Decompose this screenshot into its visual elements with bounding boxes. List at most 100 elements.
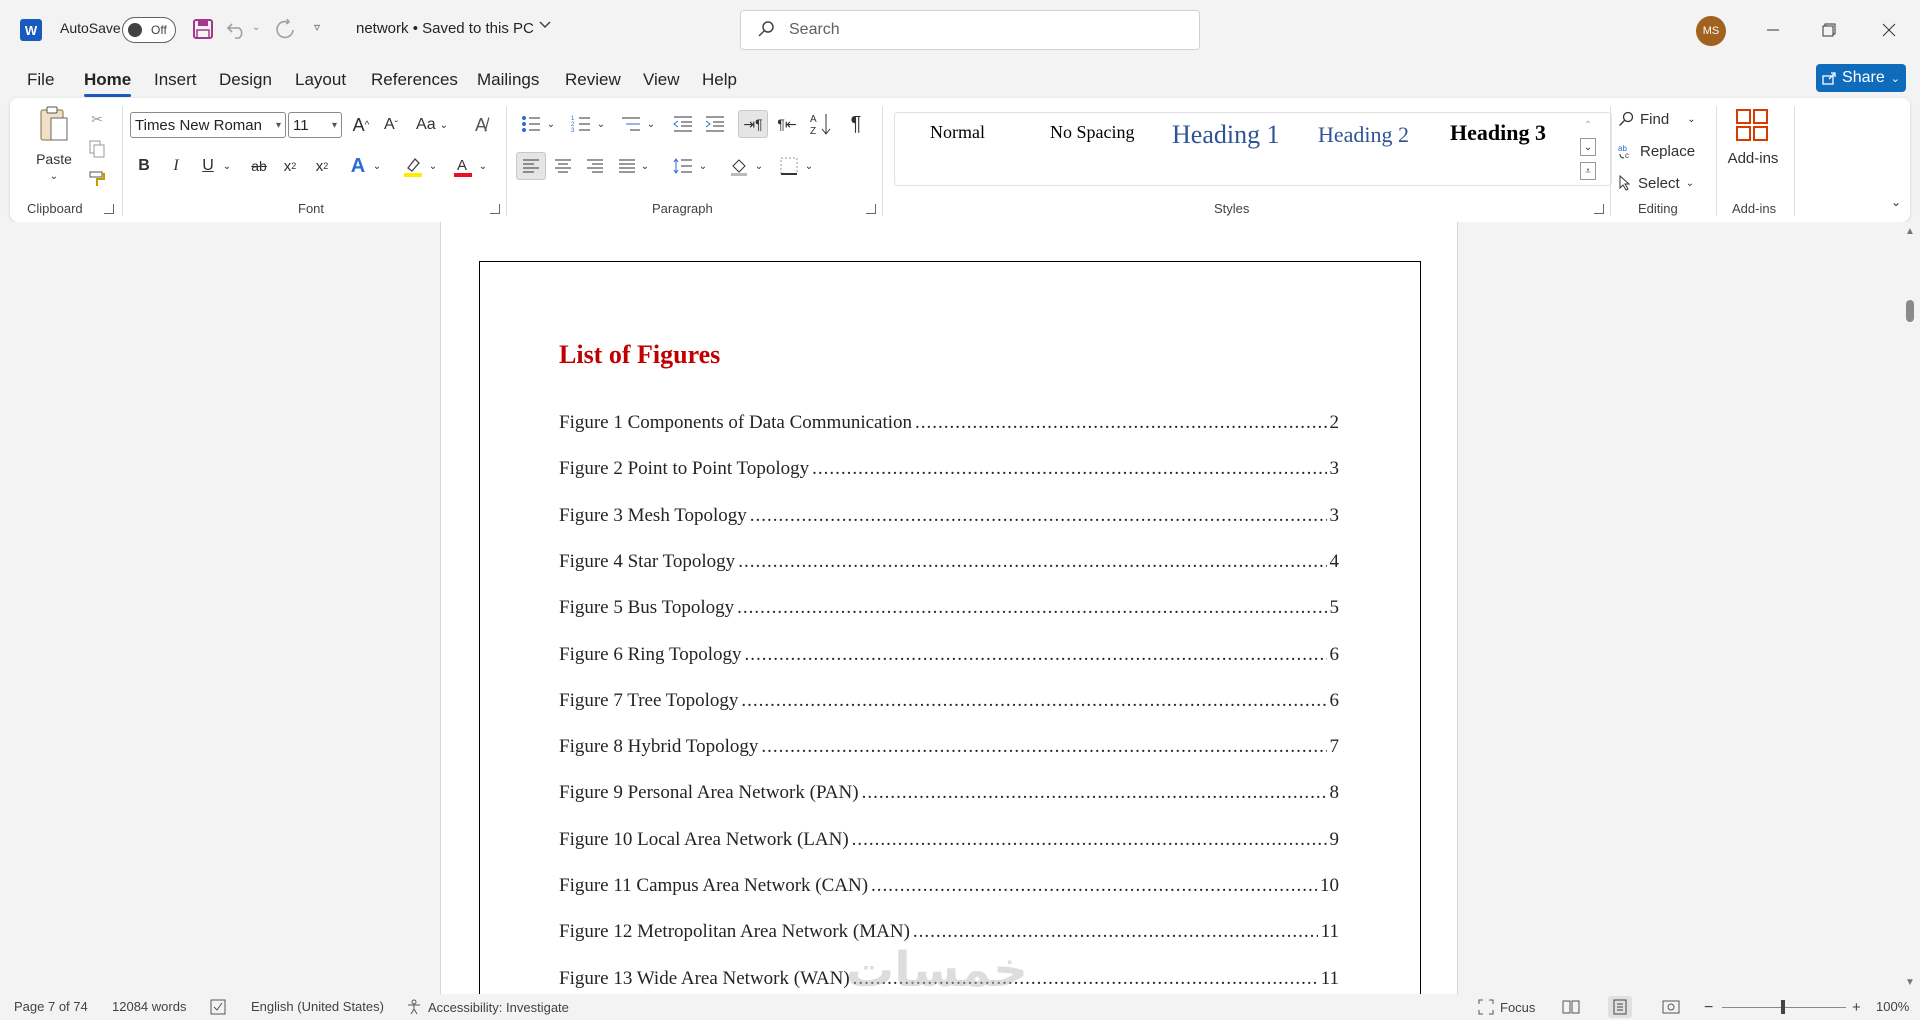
zoom-level[interactable]: 100% (1876, 999, 1909, 1014)
tab-file[interactable]: File (27, 70, 54, 90)
tab-design[interactable]: Design (219, 70, 272, 90)
shading-icon[interactable] (726, 154, 752, 178)
chevron-down-icon[interactable]: ⌄ (594, 114, 608, 134)
paste-label[interactable]: Paste (32, 150, 76, 168)
clipboard-launcher-icon[interactable] (104, 204, 114, 214)
chevron-down-icon[interactable]: ⌄ (46, 170, 62, 182)
word-count[interactable]: 12084 words (112, 999, 186, 1014)
addins-button[interactable]: Add-ins (1720, 148, 1786, 168)
figure-entry[interactable]: Figure 4 Star Topology 4 (559, 551, 1339, 575)
zoom-out-icon[interactable]: − (1704, 999, 1713, 1017)
tab-review[interactable]: Review (565, 70, 621, 90)
web-layout-icon[interactable] (1662, 999, 1680, 1015)
style-no-spacing[interactable]: No Spacing (1050, 122, 1135, 143)
paragraph-launcher-icon[interactable] (866, 204, 876, 214)
tab-layout[interactable]: Layout (295, 70, 346, 90)
justify-icon[interactable] (614, 154, 640, 178)
close-icon[interactable] (1874, 16, 1904, 44)
language-indicator[interactable]: English (United States) (251, 999, 384, 1014)
print-layout-icon[interactable] (1608, 996, 1632, 1018)
collapse-ribbon-icon[interactable]: ⌄ (1888, 194, 1904, 210)
undo-dropdown-icon[interactable]: ⌄ (252, 22, 260, 33)
bullets-icon[interactable] (518, 112, 544, 136)
paste-icon[interactable] (34, 104, 74, 144)
chevron-down-icon[interactable]: ⌄ (476, 156, 490, 176)
rtl-direction-icon[interactable]: ¶⇤ (774, 112, 800, 136)
figure-entry[interactable]: Figure 1 Components of Data Communicatio… (559, 412, 1339, 436)
clear-formatting-icon[interactable]: A̸ (468, 112, 494, 138)
style-heading-1[interactable]: Heading 1 (1172, 120, 1280, 150)
figure-entry[interactable]: Figure 11 Campus Area Network (CAN) 10 (559, 875, 1339, 899)
shrink-font-icon[interactable]: Aˇ (378, 112, 404, 138)
replace-button[interactable]: ab c Replace (1618, 140, 1708, 162)
figure-entry[interactable]: Figure 5 Bus Topology 5 (559, 597, 1339, 621)
styles-scroll-up-icon[interactable]: ⌃ (1580, 116, 1596, 134)
tab-view[interactable]: View (643, 70, 680, 90)
change-case-button[interactable]: Aa ⌄ (412, 112, 452, 138)
figure-entry[interactable]: Figure 6 Ring Topology 6 (559, 644, 1339, 668)
chevron-down-icon[interactable]: ⌄ (752, 156, 766, 176)
focus-button[interactable]: Focus (1478, 999, 1535, 1015)
avatar[interactable]: MS (1696, 16, 1726, 46)
scroll-up-icon[interactable]: ▲ (1905, 226, 1915, 237)
borders-icon[interactable] (776, 154, 802, 178)
page-indicator[interactable]: Page 7 of 74 (14, 999, 88, 1014)
search-input[interactable]: Search (740, 10, 1200, 50)
scroll-down-icon[interactable]: ▼ (1905, 977, 1915, 988)
grow-font-icon[interactable]: A ^ (348, 112, 374, 138)
redo-icon[interactable] (274, 18, 296, 40)
font-launcher-icon[interactable] (490, 204, 500, 214)
vertical-scrollbar[interactable]: ▲ ▼ (1900, 222, 1920, 994)
strikethrough-icon[interactable]: ab (246, 154, 272, 178)
autosave-toggle[interactable]: Off (122, 17, 176, 43)
sort-icon[interactable]: AZ (808, 110, 834, 138)
chevron-down-icon[interactable]: ⌄ (544, 114, 558, 134)
numbering-icon[interactable]: 123 (568, 112, 594, 136)
subscript-icon[interactable]: x2 (278, 154, 302, 178)
find-button[interactable]: Find ⌄ (1618, 108, 1708, 130)
line-spacing-icon[interactable] (670, 154, 696, 178)
tab-insert[interactable]: Insert (154, 70, 197, 90)
align-left-icon[interactable] (516, 152, 546, 180)
document-title[interactable]: network • Saved to this PC (356, 20, 534, 37)
zoom-slider-thumb[interactable] (1781, 1000, 1785, 1014)
chevron-down-icon[interactable] (538, 20, 552, 30)
text-effects-icon[interactable]: A (346, 154, 370, 178)
figure-entry[interactable]: Figure 10 Local Area Network (LAN) 9 (559, 829, 1339, 853)
ltr-direction-icon[interactable]: ⇥¶ (738, 110, 768, 138)
cut-icon[interactable]: ✂ (86, 108, 108, 130)
figure-entry[interactable]: Figure 9 Personal Area Network (PAN) 8 (559, 782, 1339, 806)
restore-icon[interactable] (1814, 16, 1844, 44)
accessibility-button[interactable]: Accessibility: Investigate (406, 999, 569, 1015)
customize-qat-icon[interactable]: ▿ (314, 20, 320, 34)
tab-references[interactable]: References (371, 70, 458, 90)
chevron-down-icon[interactable]: ⌄ (644, 114, 658, 134)
font-size-combo[interactable]: 11 ▾ (288, 112, 342, 138)
select-button[interactable]: Select ⌄ (1618, 172, 1708, 194)
share-button[interactable]: Share ⌄ (1816, 64, 1906, 92)
style-heading-2[interactable]: Heading 2 (1318, 122, 1409, 148)
superscript-icon[interactable]: x2 (310, 154, 334, 178)
style-heading-3[interactable]: Heading 3 (1450, 120, 1546, 146)
addins-icon[interactable] (1732, 106, 1772, 144)
italic-icon[interactable]: I (164, 154, 188, 178)
show-formatting-marks-icon[interactable]: ¶ (844, 110, 868, 138)
minimize-icon[interactable] (1758, 16, 1788, 44)
align-center-icon[interactable] (550, 154, 576, 178)
proofing-icon[interactable] (210, 999, 228, 1015)
copy-icon[interactable] (86, 138, 108, 160)
style-normal[interactable]: Normal (930, 122, 985, 143)
multilevel-list-icon[interactable] (618, 112, 644, 136)
figure-entry[interactable]: Figure 8 Hybrid Topology 7 (559, 736, 1339, 760)
align-right-icon[interactable] (582, 154, 608, 178)
font-name-combo[interactable]: Times New Roman ▾ (130, 112, 286, 138)
chevron-down-icon[interactable]: ⌄ (220, 156, 234, 176)
figure-entry[interactable]: Figure 3 Mesh Topology 3 (559, 505, 1339, 529)
chevron-down-icon[interactable]: ⌄ (802, 156, 816, 176)
underline-icon[interactable]: U (196, 154, 220, 178)
tab-home[interactable]: Home (84, 70, 132, 97)
figure-entry[interactable]: Figure 2 Point to Point Topology 3 (559, 458, 1339, 482)
bold-icon[interactable]: B (132, 154, 156, 178)
styles-launcher-icon[interactable] (1594, 204, 1604, 214)
font-color-icon[interactable]: A (450, 154, 476, 178)
